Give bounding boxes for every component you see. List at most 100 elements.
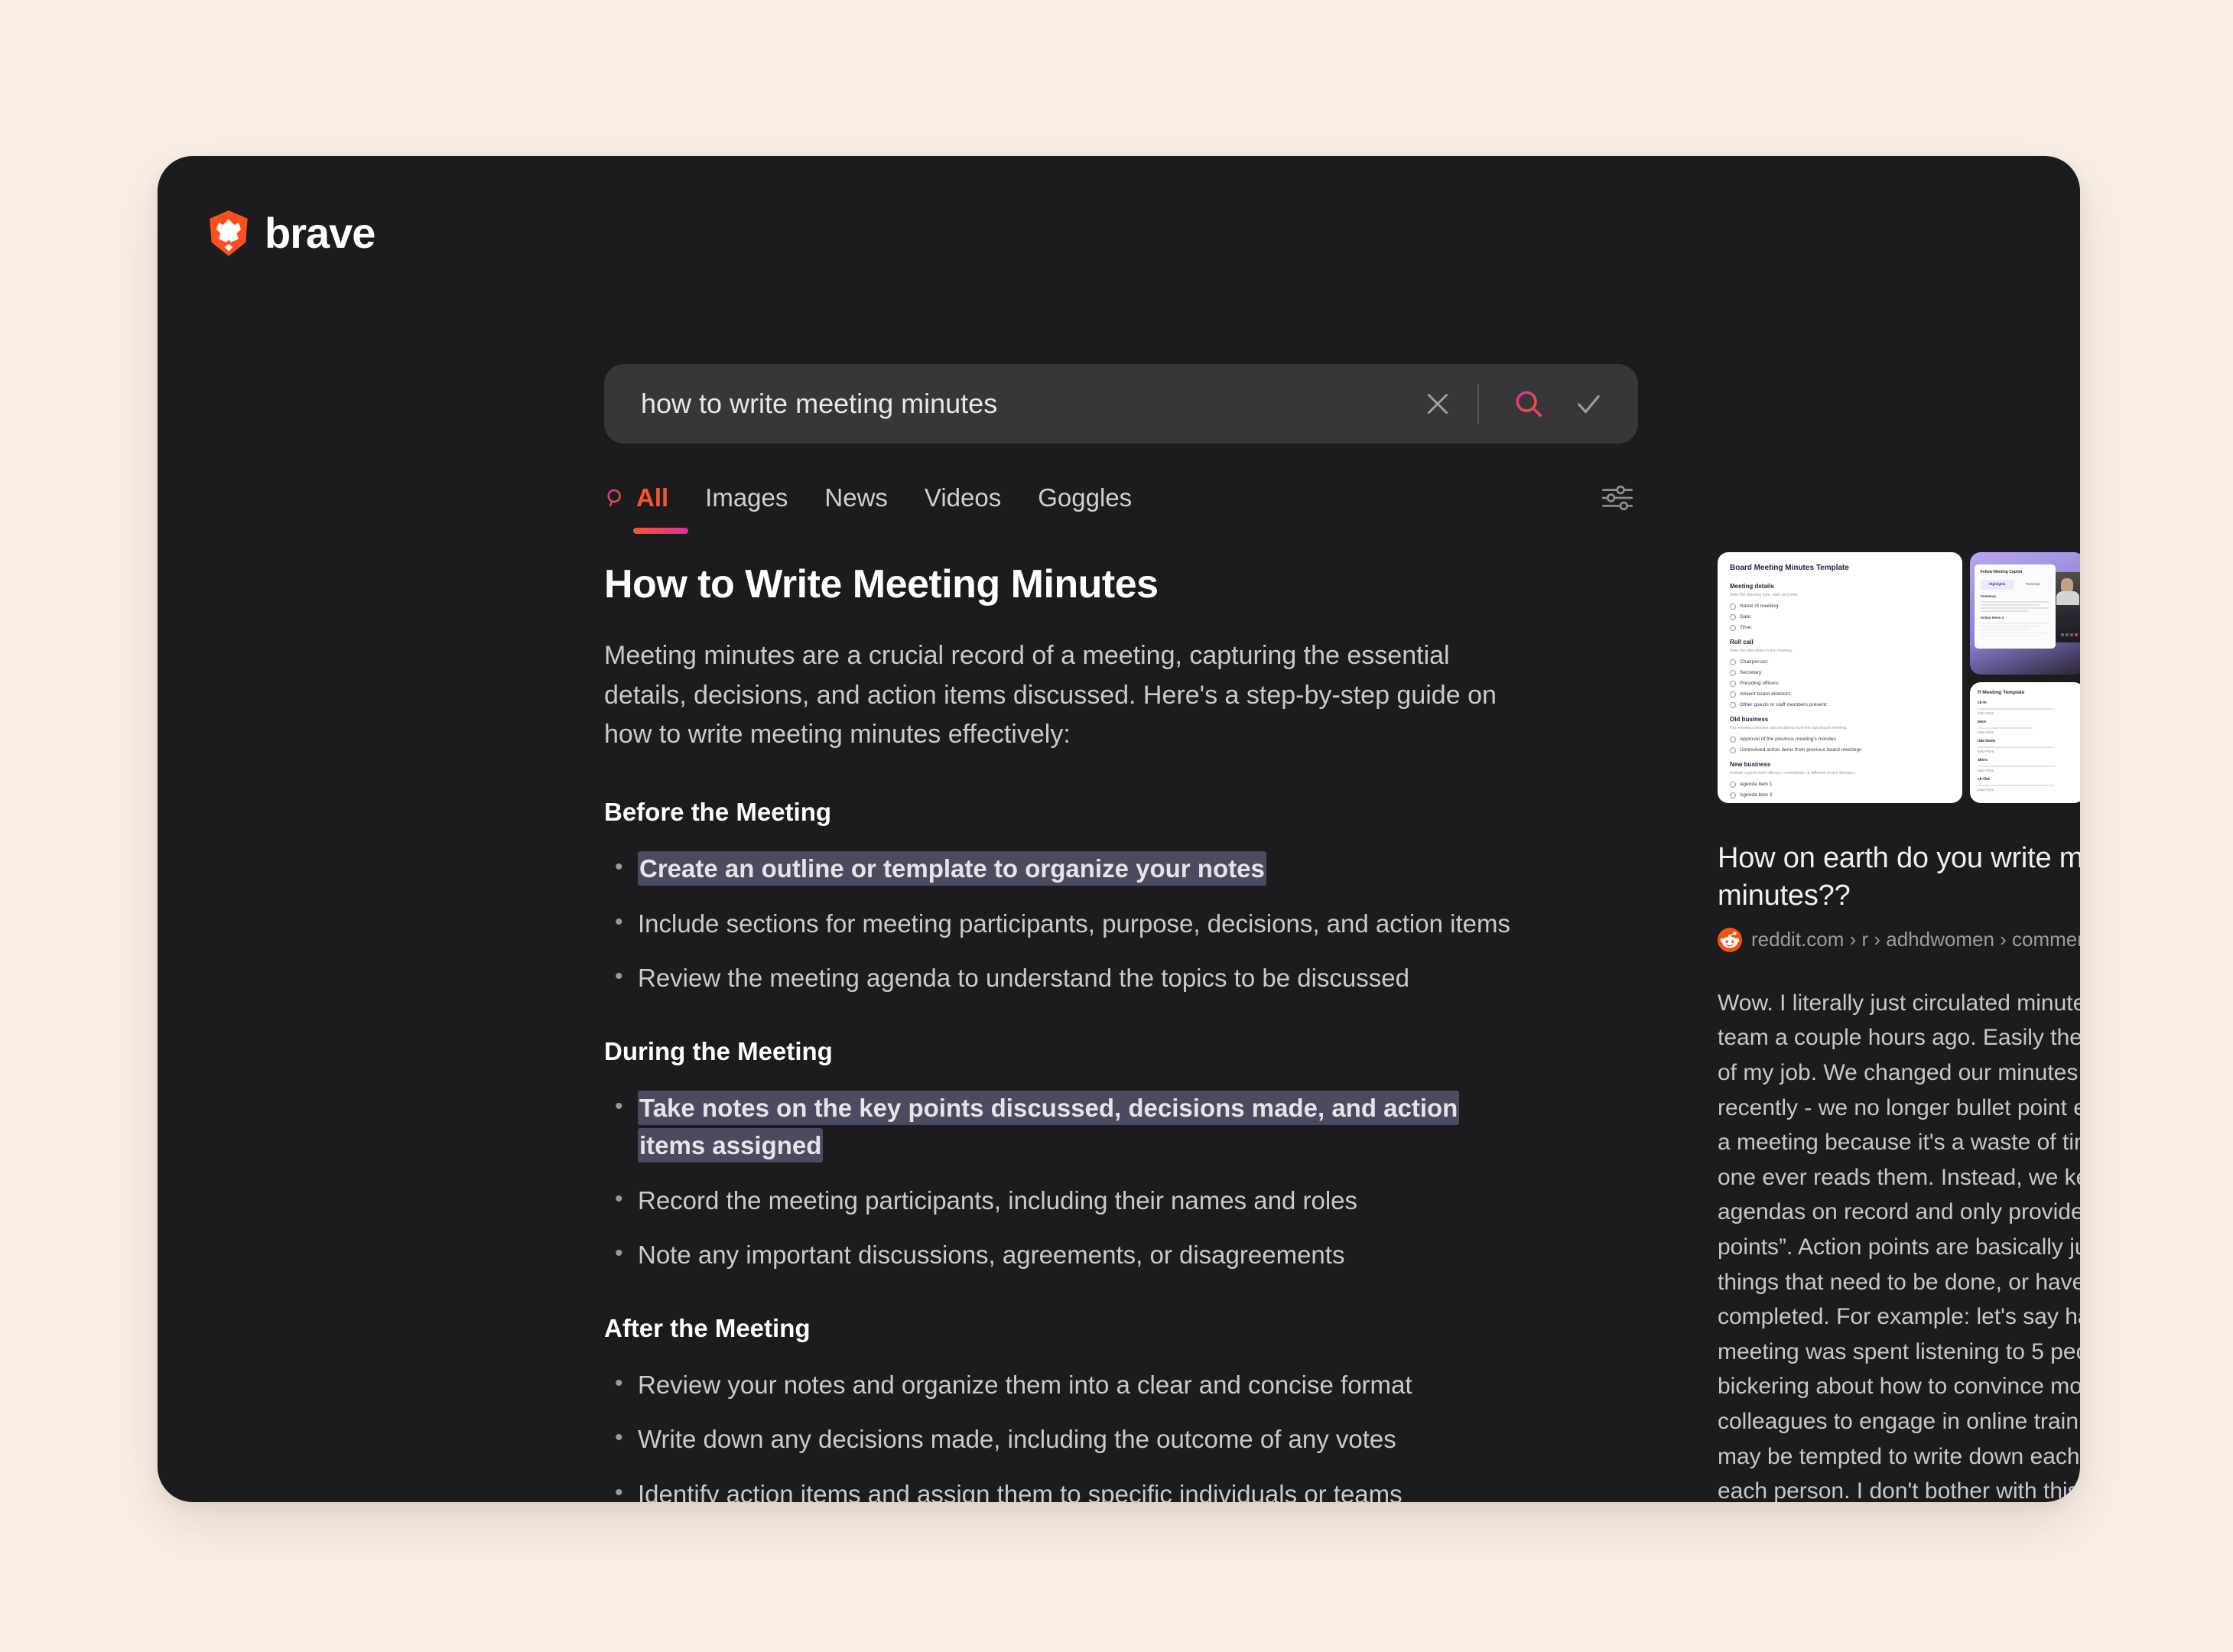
tab-news[interactable]: News xyxy=(824,483,888,517)
list-item: Review your notes and organize them into… xyxy=(615,1366,1522,1404)
page-title: How to Write Meeting Minutes xyxy=(604,562,1159,606)
magnifier-icon xyxy=(607,489,621,507)
doc-check: Secretary: xyxy=(1730,669,1950,677)
call-controls xyxy=(2061,633,2078,636)
list-item-text: Identify action items and assign them to… xyxy=(638,1479,1403,1502)
doc-title: Board Meeting Minutes Template xyxy=(1730,564,1849,572)
tab-news-label: News xyxy=(824,483,888,512)
confirm-button[interactable] xyxy=(1559,374,1618,434)
search-input[interactable] xyxy=(604,388,1410,420)
tab-videos-label: Videos xyxy=(924,483,1002,512)
thumbnail-grid: Board Meeting Minutes Template Meeting d… xyxy=(1718,552,2080,803)
result-source[interactable]: reddit.com › r › adhdwomen › comments › … xyxy=(1718,927,2080,952)
doc-sub: Note the attendees in the meeting. xyxy=(1730,649,1793,654)
list-item: Review the meeting agenda to understand … xyxy=(615,959,1522,997)
doc-check: Time: xyxy=(1730,624,1950,632)
list-item: Identify action items and assign them to… xyxy=(615,1475,1522,1502)
tab-videos[interactable]: Videos xyxy=(925,483,1001,517)
answer-sections: Before the Meeting Create an outline or t… xyxy=(604,798,1522,1502)
doc-heading: pace xyxy=(1978,720,1987,725)
close-icon xyxy=(1427,393,1448,415)
doc-check: Other guests or staff members present: xyxy=(1730,701,1950,709)
doc-check: Name of meeting: xyxy=(1730,603,1950,610)
list-item-text: Include sections for meeting participant… xyxy=(638,909,1510,938)
list-item: Record the meeting participants, includi… xyxy=(615,1182,1522,1220)
answer-bullet-list: Create an outline or template to organiz… xyxy=(604,850,1522,997)
check-icon xyxy=(1578,395,1600,414)
answer-section: After the Meeting Review your notes and o… xyxy=(604,1314,1522,1502)
doc-title: ff Meeting Template xyxy=(1978,690,2025,695)
doc-check: Date: xyxy=(1730,613,1950,621)
result-snippet: Wow. I literally just circulated minutes… xyxy=(1718,990,2080,1502)
brave-lion-icon xyxy=(210,210,248,256)
doc-heading: ck-Out xyxy=(1978,777,1990,782)
list-item: Take notes on the key points discussed, … xyxy=(615,1089,1522,1165)
result-title[interactable]: How on earth do you write meeting minute… xyxy=(1718,840,2080,915)
browser-card: brave how to write meeting minutes All I… xyxy=(158,156,2080,1502)
answer-panel: How to Write Meeting Minutes Meeting min… xyxy=(604,561,1522,1502)
video-tile xyxy=(2054,572,2080,642)
answer-section-heading: After the Meeting xyxy=(604,1313,811,1342)
answer-section-heading: Before the Meeting xyxy=(604,798,832,827)
header: brave xyxy=(158,156,2080,309)
list-item: Create an outline or template to organiz… xyxy=(615,850,1522,888)
tab-all-label: All xyxy=(636,483,669,512)
doc-check: Agenda item 1 xyxy=(1730,781,1950,789)
thumbnail-staff-meeting-template[interactable]: ff Meeting Template ck-In Enter Point pa… xyxy=(1970,682,2080,803)
list-item-text: Note any important discussions, agreemen… xyxy=(638,1241,1345,1270)
search-divider xyxy=(1477,384,1479,424)
answer-bullet-list: Take notes on the key points discussed, … xyxy=(604,1089,1522,1274)
reddit-icon xyxy=(1718,927,1742,952)
doc-preview: ff Meeting Template ck-In Enter Point pa… xyxy=(1970,682,2080,801)
tab-images-label: Images xyxy=(705,483,788,512)
doc-check: Chairperson: xyxy=(1730,659,1950,666)
copilot-section-summary: Summary xyxy=(1981,593,1997,598)
tab-goggles[interactable]: Goggles xyxy=(1038,483,1132,517)
copilot-tab-transcript: Transcript xyxy=(2025,582,2040,587)
doc-heading: nda Items xyxy=(1978,739,1996,744)
answer-section: Before the Meeting Create an outline or t… xyxy=(604,798,1522,997)
list-item: Include sections for meeting participant… xyxy=(615,905,1522,943)
tab-images[interactable]: Images xyxy=(705,483,788,517)
thumbnail-board-meeting-minutes-template[interactable]: Board Meeting Minutes Template Meeting d… xyxy=(1718,552,1962,803)
doc-check: Approval of the previous meeting's minut… xyxy=(1730,736,1950,743)
doc-heading: akers xyxy=(1978,758,1988,763)
copilot-tabs: Highlights Transcript xyxy=(1981,580,2049,590)
doc-heading: New business xyxy=(1730,760,1771,768)
person-body xyxy=(2056,591,2079,605)
list-item-text: Write down any decisions made, including… xyxy=(638,1425,1396,1454)
answer-bullet-list: Review your notes and organize them into… xyxy=(604,1366,1522,1502)
sliders-icon xyxy=(1601,485,1633,511)
magnifier-icon xyxy=(1516,391,1542,418)
copilot-panel: Fellow Meeting Copilot Highlights Transc… xyxy=(1975,564,2056,649)
doc-heading: Meeting details xyxy=(1730,582,1774,590)
search-filters-button[interactable] xyxy=(1597,477,1638,519)
list-item: Note any important discussions, agreemen… xyxy=(615,1236,1522,1274)
answer-section: During the Meeting Take notes on the key … xyxy=(604,1037,1522,1274)
list-item-text: Review your notes and organize them into… xyxy=(638,1370,1412,1399)
tab-goggles-label: Goggles xyxy=(1038,483,1133,512)
copilot-tab-highlights: Highlights xyxy=(1981,580,2014,590)
search-submit-button[interactable] xyxy=(1499,374,1559,434)
tab-active-underline xyxy=(633,528,688,534)
list-item: Write down any decisions made, including… xyxy=(615,1420,1522,1459)
doc-sub: Include reports from officers, committee… xyxy=(1730,771,1856,776)
brave-logo[interactable]: brave xyxy=(206,210,375,257)
copilot-title: Fellow Meeting Copilot xyxy=(1981,570,2023,574)
doc-heading: Roll call xyxy=(1730,638,1754,646)
tab-all[interactable]: All xyxy=(604,483,688,534)
doc-check: Unresolved action items from previous bo… xyxy=(1730,746,1950,754)
search-bar[interactable] xyxy=(604,364,1638,444)
list-item-text: Review the meeting agenda to understand … xyxy=(638,964,1409,993)
person-head xyxy=(2061,578,2073,592)
answer-section-heading: During the Meeting xyxy=(604,1036,833,1065)
list-item-text: Record the meeting participants, includi… xyxy=(638,1185,1358,1215)
thumbnail-meeting-copilot-screenshot[interactable]: Fellow Meeting Copilot Highlights Transc… xyxy=(1970,552,2080,675)
doc-check: Absent board directors: xyxy=(1730,691,1950,698)
doc-sub: Key meeting minutes and decisions from t… xyxy=(1730,726,1848,731)
list-item-text-highlighted: Take notes on the key points discussed, … xyxy=(638,1090,1460,1163)
nav-tabs: All Images News Videos Goggles xyxy=(604,471,1638,534)
clear-search-button[interactable] xyxy=(1410,376,1465,431)
doc-check: Presiding officers: xyxy=(1730,680,1950,688)
answer-intro: Meeting minutes are a crucial record of … xyxy=(604,641,1497,750)
